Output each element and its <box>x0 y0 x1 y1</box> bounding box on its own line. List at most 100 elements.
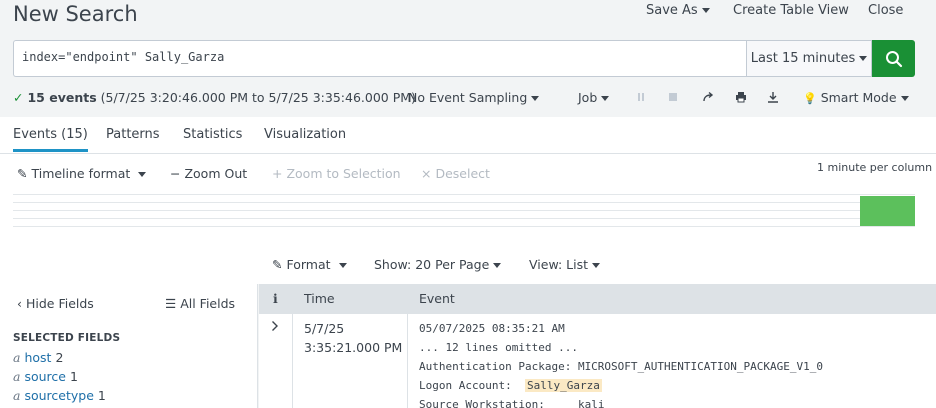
pencil-icon: ✎ <box>272 257 283 272</box>
close-button[interactable]: Close <box>868 3 903 18</box>
export-icon[interactable] <box>766 90 780 104</box>
event-sampling-menu[interactable]: No Event Sampling <box>408 90 540 105</box>
plus-icon: + <box>272 166 283 181</box>
string-type-icon: a <box>13 388 21 403</box>
minus-icon: − <box>170 166 181 181</box>
timeline-scale: 1 minute per column <box>817 161 933 174</box>
zoom-out-label: Zoom Out <box>184 166 248 181</box>
chevron-down-icon <box>592 263 601 268</box>
per-page-label: Show: 20 Per Page <box>374 257 490 272</box>
pencil-icon: ✎ <box>17 166 28 181</box>
events-table-header <box>259 284 936 314</box>
chevron-down-icon <box>601 96 610 101</box>
column-divider <box>292 284 293 408</box>
print-icon[interactable] <box>734 90 748 104</box>
timeline-format-label: Timeline format <box>31 166 131 181</box>
field-count: 2 <box>55 350 64 365</box>
chevron-down-icon <box>859 56 868 61</box>
event-field-value[interactable]: kali <box>578 398 605 408</box>
field-host[interactable]: a host 2 <box>13 350 63 365</box>
all-fields-button[interactable]: ☰ All Fields <box>165 296 235 311</box>
event-omitted-lines[interactable]: ... 12 lines omitted ... <box>419 341 578 354</box>
search-icon <box>885 50 902 67</box>
per-page-menu[interactable]: Show: 20 Per Page <box>374 257 502 272</box>
column-divider <box>407 284 408 408</box>
search-mode-label: Smart Mode <box>820 90 897 105</box>
chevron-down-icon <box>338 263 347 268</box>
page-title: New Search <box>13 2 138 26</box>
all-fields-label: All Fields <box>180 296 236 311</box>
field-name: sourcetype <box>24 388 94 403</box>
string-type-icon: a <box>13 369 21 384</box>
timeline-gridline <box>13 194 915 195</box>
chevron-left-icon: ‹ <box>17 296 22 311</box>
tab-visualization[interactable]: Visualization <box>264 127 346 142</box>
sampling-label: No Event Sampling <box>408 90 528 105</box>
save-as-menu[interactable]: Save As <box>646 3 710 18</box>
event-time: 3:35:21.000 PM <box>304 340 403 355</box>
zoom-out-button[interactable]: − Zoom Out <box>170 166 247 181</box>
chevron-down-icon <box>701 8 710 13</box>
event-line: Source Workstation: kali <box>419 398 604 408</box>
field-sourcetype[interactable]: a sourcetype 1 <box>13 388 106 403</box>
format-menu[interactable]: ✎ Format <box>272 257 347 272</box>
deselect-label: Deselect <box>435 166 490 181</box>
event-count: 15 events <box>27 90 97 105</box>
timeline-format-menu[interactable]: ✎ Timeline format <box>17 166 147 181</box>
view-label: View: List <box>529 257 589 272</box>
field-count: 1 <box>97 388 106 403</box>
event-line: Authentication Package: MICROSOFT_AUTHEN… <box>419 360 823 373</box>
timeline-gridline <box>13 210 915 211</box>
search-query-text[interactable]: index="endpoint" Sally_Garza <box>22 50 224 64</box>
zoom-selection-label: Zoom to Selection <box>286 166 401 181</box>
selected-fields-heading: SELECTED FIELDS <box>13 332 121 344</box>
lightbulb-icon: 💡 <box>803 92 817 105</box>
field-name: source <box>24 369 66 384</box>
job-label: Job <box>578 90 598 105</box>
search-button[interactable] <box>872 40 915 77</box>
field-count: 1 <box>69 369 78 384</box>
list-icon: ☰ <box>165 296 177 311</box>
time-column-header[interactable]: Time <box>304 291 335 306</box>
hide-fields-label: Hide Fields <box>25 296 94 311</box>
job-menu[interactable]: Job <box>578 90 610 105</box>
event-column-header: Event <box>419 291 455 306</box>
event-field-label: Logon Account: <box>419 379 525 392</box>
check-icon: ✓ <box>13 90 24 105</box>
time-range-picker[interactable]: Last 15 minutes <box>746 40 872 77</box>
zoom-to-selection-button[interactable]: + Zoom to Selection <box>272 166 401 181</box>
x-icon: × <box>421 166 432 181</box>
job-status: ✓ 15 events (5/7/25 3:20:46.000 PM to 5/… <box>13 90 416 105</box>
event-line: Logon Account: Sally_Garza <box>419 379 602 392</box>
event-field-label: Source Workstation: <box>419 398 578 408</box>
chevron-down-icon <box>493 263 502 268</box>
tab-statistics[interactable]: Statistics <box>183 127 242 142</box>
chevron-right-icon[interactable] <box>271 320 279 336</box>
create-table-view-button[interactable]: Create Table View <box>733 3 849 18</box>
info-column-header: i <box>273 291 278 306</box>
field-name: host <box>24 350 52 365</box>
deselect-button[interactable]: × Deselect <box>421 166 490 181</box>
event-date: 5/7/25 <box>304 321 345 336</box>
chevron-down-icon <box>900 96 909 101</box>
save-as-label: Save As <box>646 3 698 18</box>
tab-events[interactable]: Events (15) <box>13 127 88 152</box>
timeline-gridline <box>13 202 915 203</box>
string-type-icon: a <box>13 350 21 365</box>
hide-fields-button[interactable]: ‹ Hide Fields <box>17 296 94 311</box>
share-icon[interactable] <box>701 90 715 104</box>
view-menu[interactable]: View: List <box>529 257 601 272</box>
pause-icon[interactable] <box>634 90 648 104</box>
tab-patterns[interactable]: Patterns <box>106 127 160 142</box>
field-source[interactable]: a source 1 <box>13 369 78 384</box>
timeline-bar[interactable] <box>860 196 915 226</box>
timeline-gridline <box>13 226 915 227</box>
time-range-text: (5/7/25 3:20:46.000 PM to 5/7/25 3:35:46… <box>100 90 416 105</box>
format-label: Format <box>286 257 331 272</box>
event-line: 05/07/2025 08:35:21 AM <box>419 322 565 335</box>
chevron-down-icon <box>138 172 147 177</box>
stop-icon[interactable] <box>666 90 680 104</box>
search-term-highlight[interactable]: Sally_Garza <box>524 379 602 392</box>
time-range-label: Last 15 minutes <box>750 51 856 66</box>
search-mode-menu[interactable]: 💡 Smart Mode <box>803 90 909 105</box>
